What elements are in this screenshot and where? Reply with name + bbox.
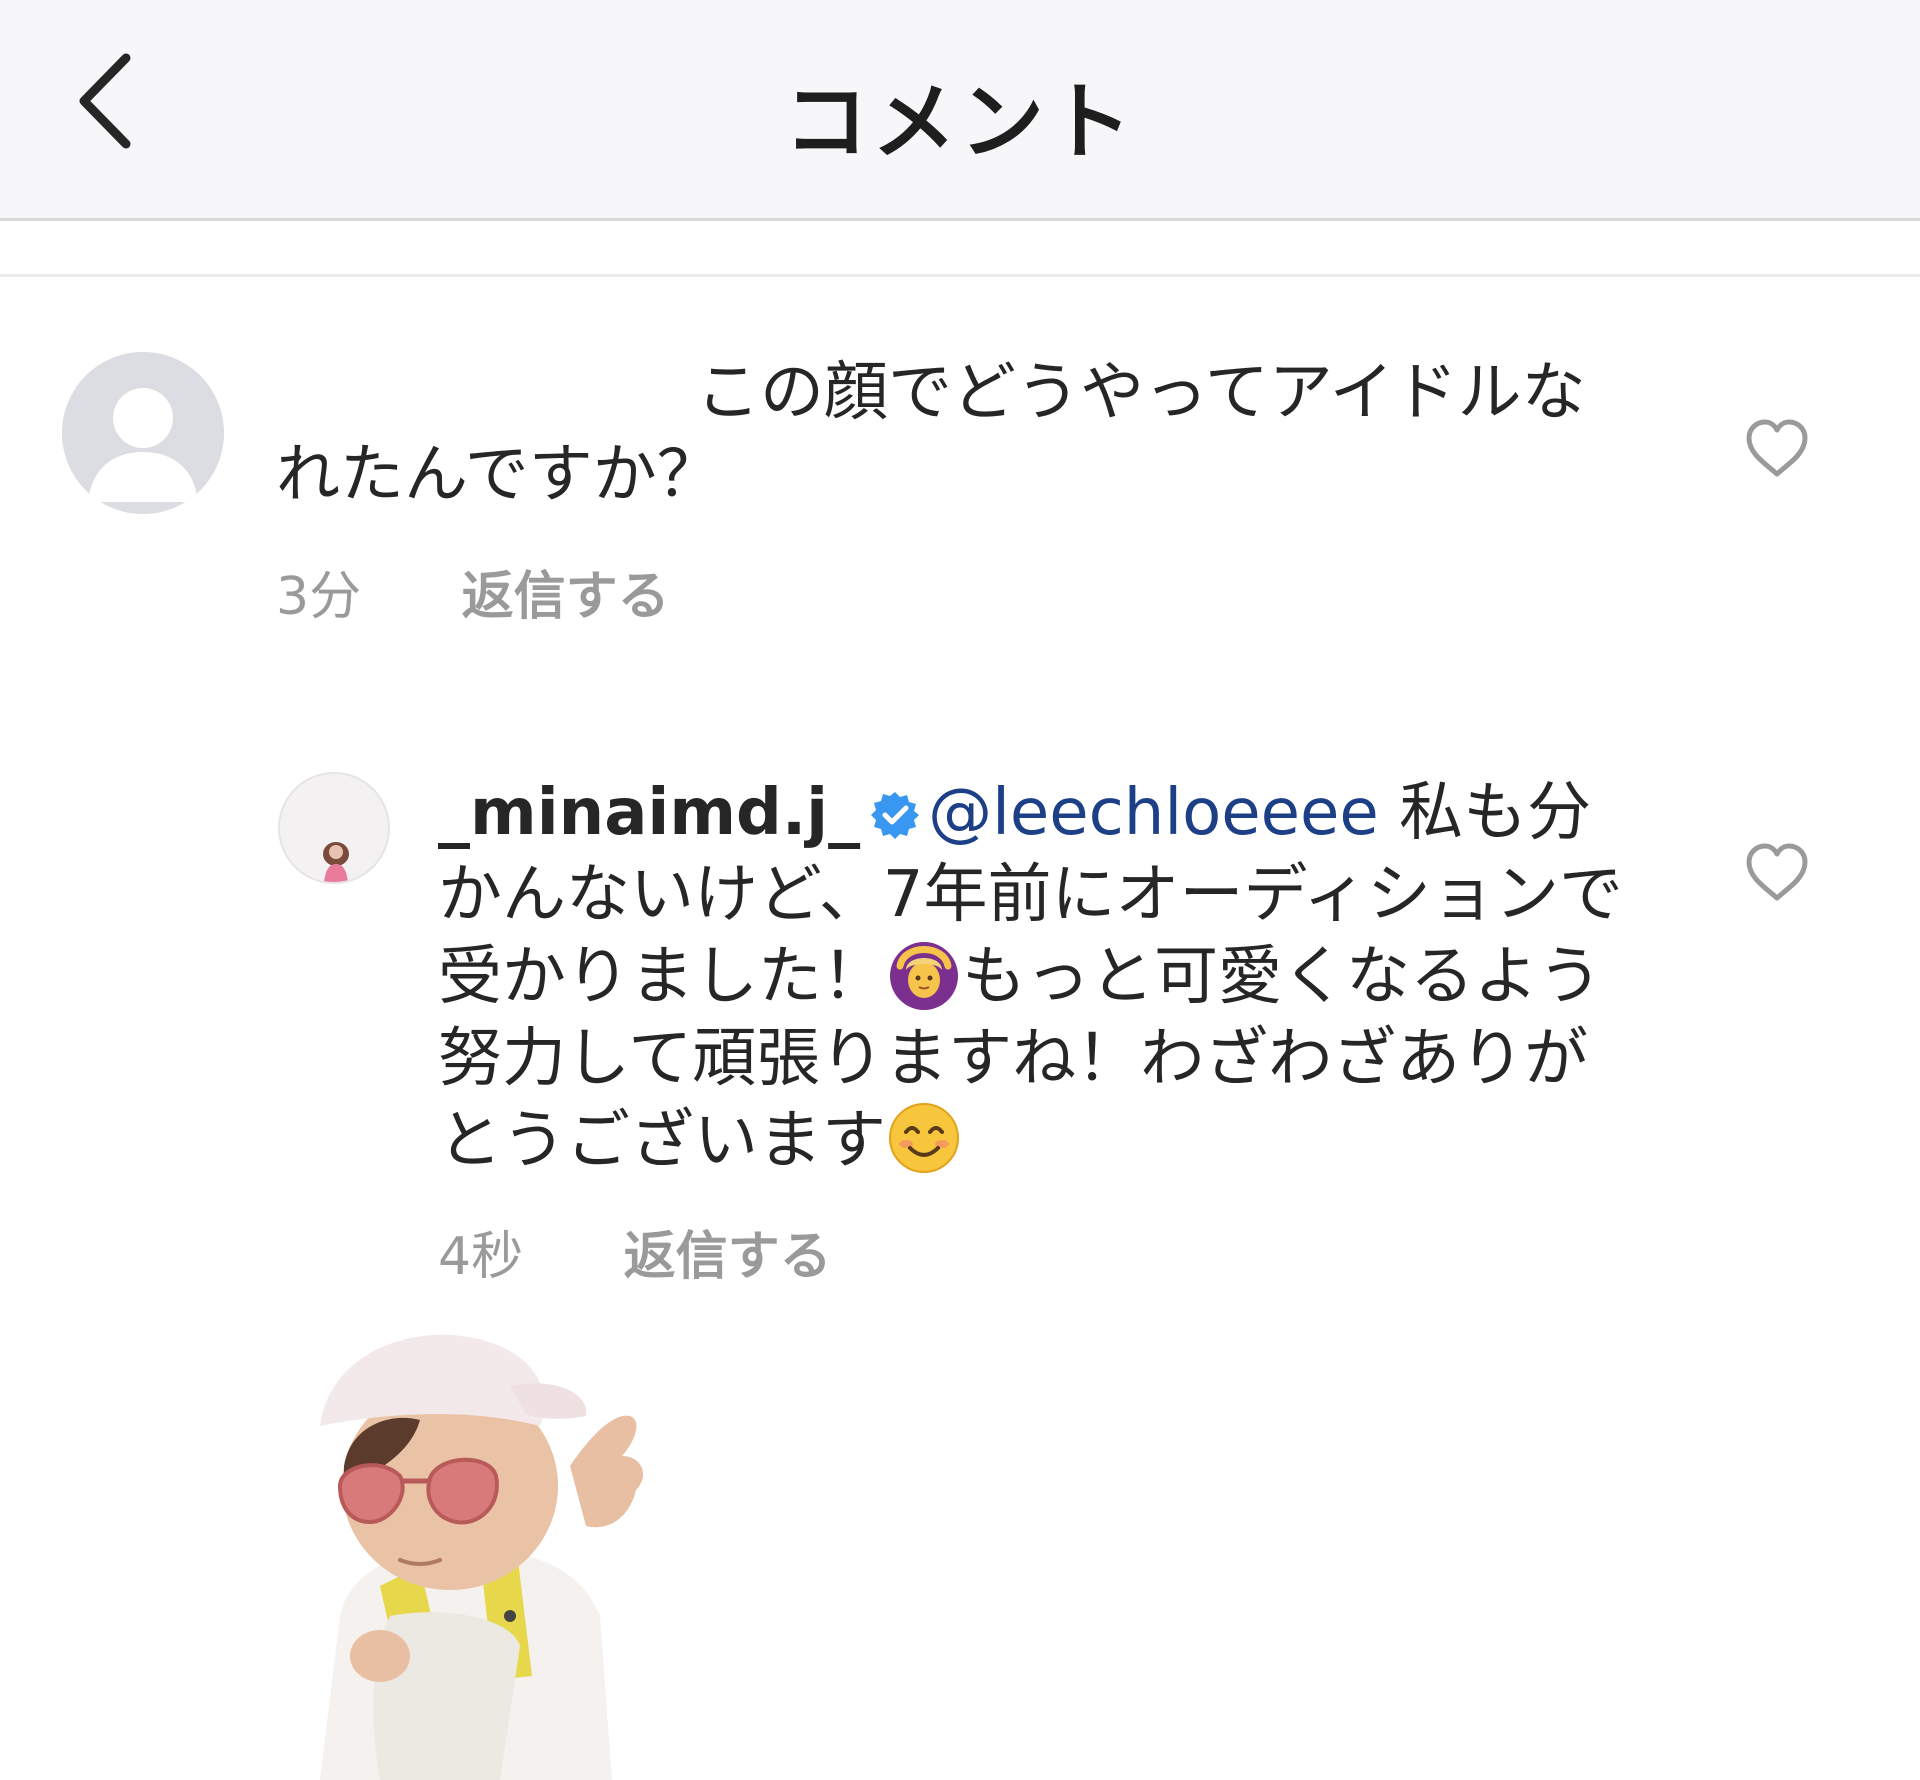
- divider: [0, 274, 1920, 277]
- comment-meta: 3分 返信する: [276, 554, 670, 629]
- reply-button[interactable]: 返信する: [462, 567, 670, 627]
- comment-time: 3分: [276, 567, 362, 627]
- comment-text: この顔でどうやってアイドルなれたんですか？: [276, 352, 1616, 516]
- verified-badge: [870, 790, 920, 840]
- default-user-avatar-icon: [62, 352, 224, 514]
- user-avatar-icon: [280, 774, 388, 882]
- page-title: コメント: [783, 73, 1136, 171]
- like-button[interactable]: [1744, 418, 1810, 478]
- reply-button[interactable]: 返信する: [624, 1227, 832, 1287]
- mention-link[interactable]: @leechloeeee: [928, 776, 1379, 850]
- like-button[interactable]: [1744, 842, 1810, 902]
- reply-text: _minaimd.j_ @leechloeeee 私も分かんないけど、7年前にオ…: [438, 772, 1638, 1182]
- redacted-username: [276, 404, 696, 414]
- reply-meta: 4秒 返信する: [438, 1214, 832, 1289]
- commenter-avatar[interactable]: [62, 352, 224, 514]
- reply-time: 4秒: [438, 1227, 524, 1287]
- reply-avatar[interactable]: [278, 772, 390, 884]
- woman-gesturing-ok-emoji-icon: [886, 936, 962, 1012]
- top-bar: コメント: [0, 0, 1920, 221]
- verified-icon: [871, 792, 920, 839]
- smiling-face-emoji-icon: [886, 1100, 962, 1176]
- heart-icon: [1746, 419, 1808, 477]
- reply-username[interactable]: _minaimd.j_: [438, 776, 860, 850]
- comment-body: この顔でどうやってアイドルなれたんですか？: [276, 356, 1586, 512]
- heart-icon: [1746, 843, 1808, 901]
- child-sticker-image: [270, 1316, 710, 1780]
